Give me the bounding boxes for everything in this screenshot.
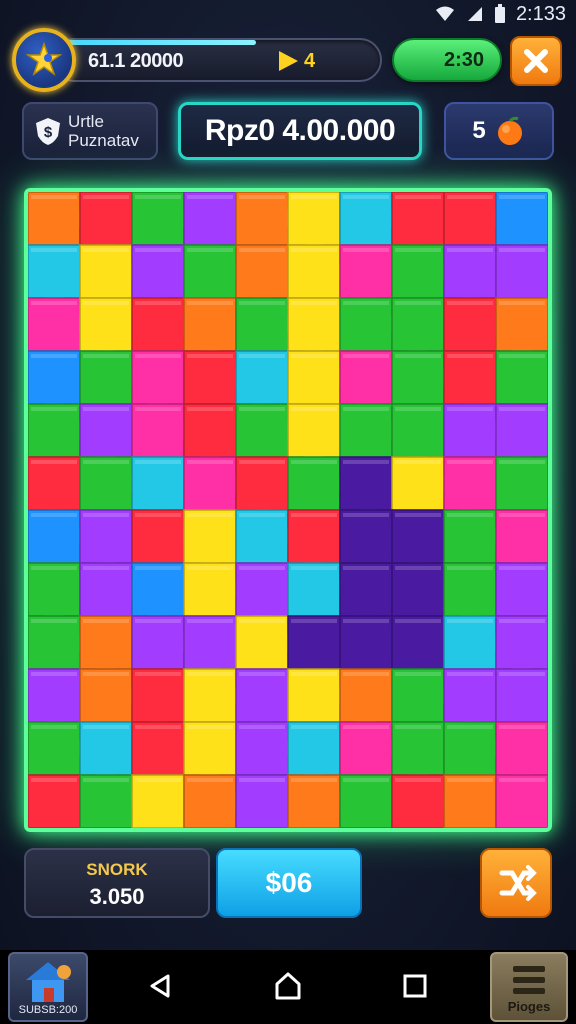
level-progress-bar: 61.1 20000 4 bbox=[52, 38, 382, 82]
menu-lines-icon bbox=[513, 966, 545, 994]
puzzle-piece[interactable] bbox=[495, 562, 548, 617]
puzzle-title: Urtle Puznatav bbox=[68, 112, 139, 150]
puzzle-title-line1: Urtle bbox=[68, 112, 104, 131]
puzzle-piece[interactable] bbox=[495, 350, 548, 405]
puzzle-piece[interactable] bbox=[495, 244, 548, 299]
home-app-shortcut[interactable]: SUBSB:200 bbox=[8, 952, 88, 1022]
close-icon bbox=[524, 49, 548, 73]
price-button[interactable]: $06 bbox=[216, 848, 362, 918]
puzzle-piece[interactable] bbox=[28, 774, 81, 828]
stats-panel: SNORK 3.050 bbox=[24, 848, 210, 918]
coin-value: 2:30 bbox=[443, 48, 484, 71]
nav-back-button[interactable] bbox=[140, 966, 180, 1006]
nav-home-button[interactable] bbox=[268, 966, 308, 1006]
house-icon bbox=[26, 962, 71, 1002]
signal-icon bbox=[467, 7, 482, 21]
star-bird-icon bbox=[25, 41, 63, 76]
puzzle-piece[interactable] bbox=[131, 774, 185, 828]
status-time: 2:133 bbox=[515, 2, 566, 25]
shuffle-button[interactable] bbox=[480, 848, 552, 918]
fruit-count: 5 bbox=[472, 117, 486, 144]
battery-icon bbox=[494, 4, 505, 23]
puzzle-piece[interactable] bbox=[495, 456, 548, 511]
puzzle-piece[interactable] bbox=[495, 774, 548, 828]
shuffle-icon bbox=[499, 865, 537, 901]
home-icon bbox=[275, 972, 301, 1000]
play-arrow-icon bbox=[279, 51, 298, 71]
status-bar: 2:133 bbox=[0, 0, 576, 28]
puzzle-title-panel[interactable]: $ Urtle Puznatav bbox=[22, 102, 158, 160]
shield-badge-text: $ bbox=[44, 124, 53, 141]
puzzle-title-line2: Puznatav bbox=[68, 131, 139, 150]
recents-icon bbox=[403, 974, 427, 998]
wifi-icon bbox=[435, 6, 454, 21]
level-badge[interactable] bbox=[12, 28, 76, 92]
pieces-app-label: Pioges bbox=[507, 999, 551, 1014]
shield-icon: $ bbox=[36, 118, 60, 145]
puzzle-piece[interactable] bbox=[495, 668, 548, 723]
orange-fruit-icon bbox=[497, 116, 522, 145]
fruit-counter[interactable]: 5 bbox=[444, 102, 554, 160]
score-display: Rpz0 4.00.000 bbox=[178, 102, 422, 160]
progress-fill bbox=[54, 40, 257, 45]
coin-counter[interactable]: 2:30 bbox=[392, 38, 502, 82]
puzzle-piece[interactable] bbox=[443, 774, 497, 828]
puzzle-piece[interactable] bbox=[339, 774, 393, 828]
back-icon bbox=[150, 974, 170, 998]
puzzle-board[interactable] bbox=[24, 188, 552, 832]
pieces-app-shortcut[interactable]: Pioges bbox=[490, 952, 568, 1022]
stats-label: SNORK bbox=[86, 860, 148, 879]
puzzle-piece[interactable] bbox=[235, 774, 289, 828]
progress-count: 4 bbox=[304, 50, 316, 72]
stats-value: 3.050 bbox=[89, 884, 145, 909]
home-app-label: SUBSB:200 bbox=[18, 1004, 78, 1016]
close-button[interactable] bbox=[510, 36, 562, 86]
progress-text: 61.1 20000 bbox=[88, 50, 184, 72]
nav-recents-button[interactable] bbox=[395, 966, 435, 1006]
puzzle-board-canvas[interactable] bbox=[28, 192, 548, 828]
